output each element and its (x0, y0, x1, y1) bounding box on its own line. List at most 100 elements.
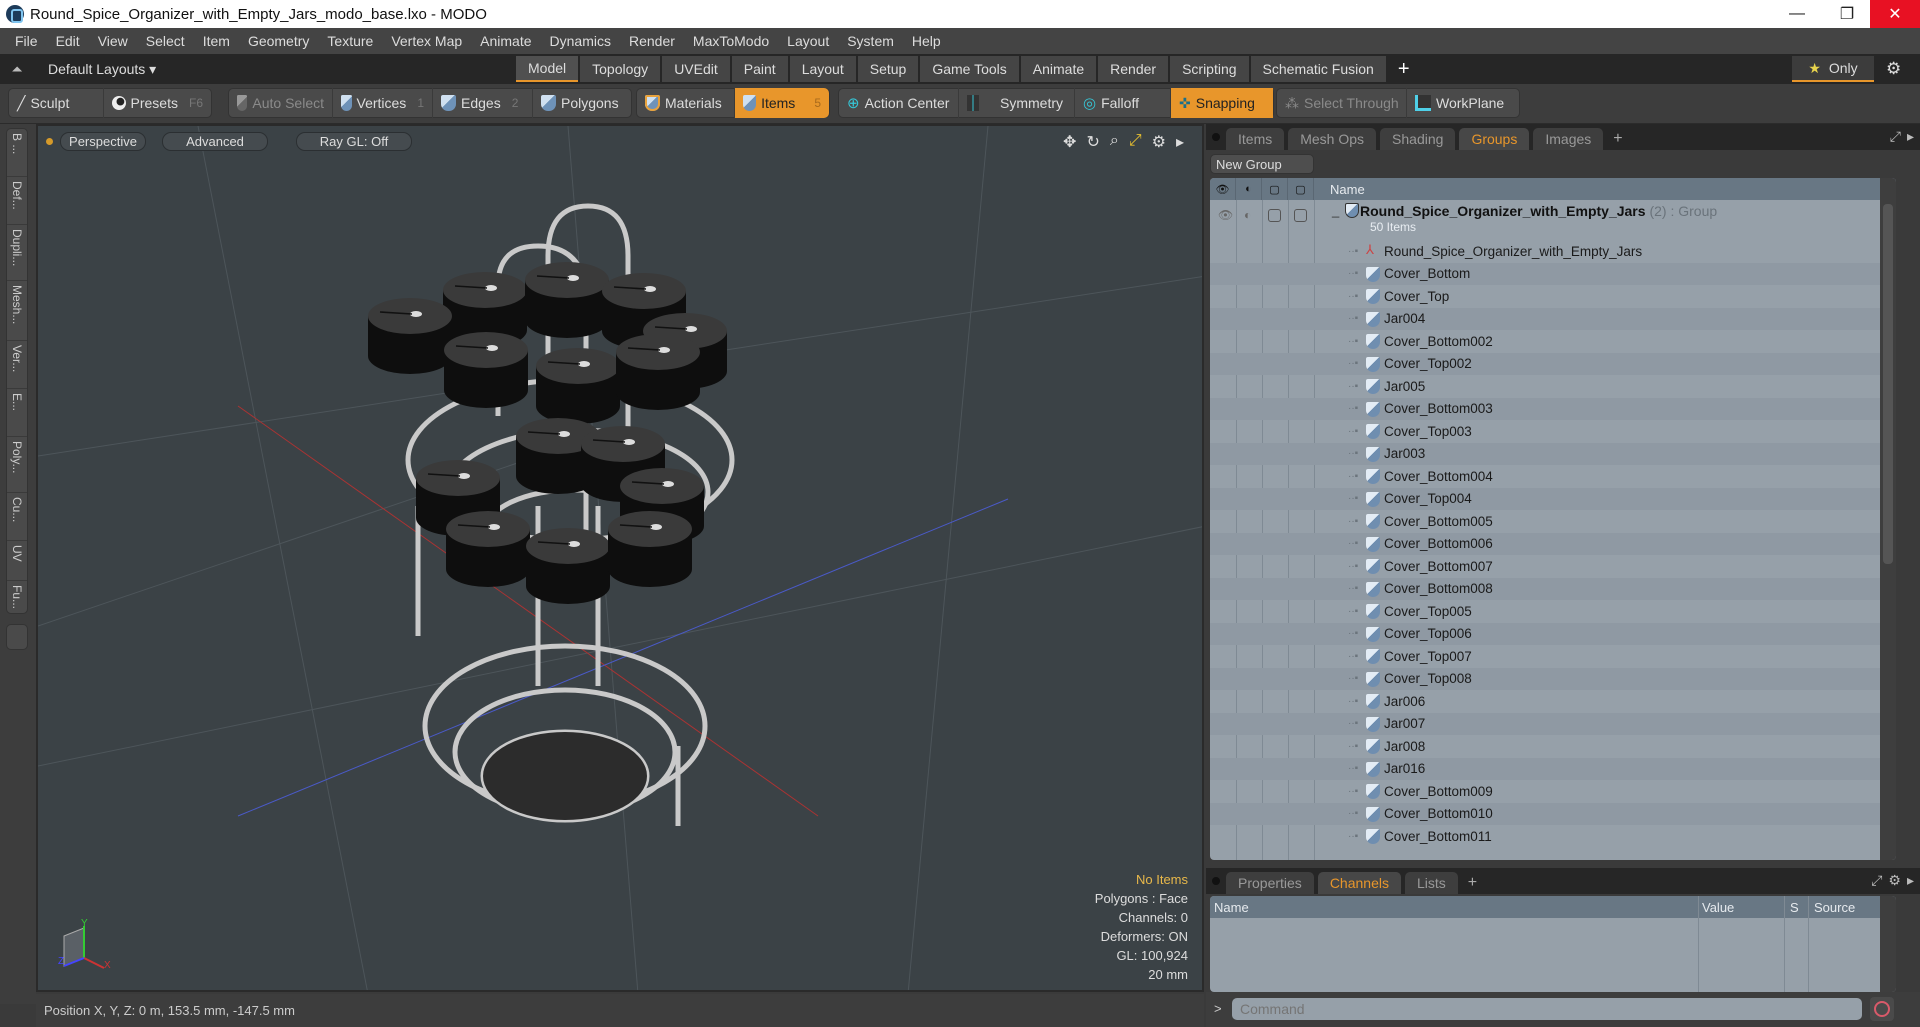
command-input[interactable] (1232, 998, 1862, 1020)
group-item-row[interactable]: ··▪ Cover_Top (1210, 285, 1896, 308)
menu-select[interactable]: Select (137, 33, 194, 49)
menu-geometry[interactable]: Geometry (239, 33, 318, 49)
viewport-menu-arrow-icon[interactable]: ▸ (1176, 132, 1184, 152)
lock-column-icon[interactable]: ▢ (1262, 178, 1288, 200)
move-view-icon[interactable]: ✥ (1063, 132, 1076, 152)
default-layouts-dropdown[interactable]: Default Layouts ▾ (48, 61, 156, 78)
group-item-row[interactable]: ··▪ Cover_Bottom (1210, 262, 1896, 285)
group-item-row[interactable]: ··▪ Cover_Bottom005 (1210, 510, 1896, 533)
menu-item[interactable]: Item (194, 33, 239, 49)
channels-scrollbar[interactable] (1880, 896, 1896, 992)
tab-uvedit[interactable]: UVEdit (662, 56, 730, 82)
tab-topology[interactable]: Topology (580, 56, 661, 82)
record-macro-button[interactable] (1870, 997, 1894, 1021)
vtab-edge[interactable]: E... (7, 389, 27, 437)
shading-mode-button[interactable]: Advanced (162, 132, 268, 151)
add-tab-button[interactable]: + (1607, 128, 1628, 150)
new-group-button[interactable]: New Group (1210, 154, 1314, 174)
group-item-row[interactable]: ··▪ Cover_Top008 (1210, 667, 1896, 690)
group-item-row[interactable]: ··▪ Cover_Bottom008 (1210, 577, 1896, 600)
visibility-eye-icon[interactable]: 👁 (1218, 208, 1233, 222)
layout-up-icon[interactable]: ⏶ (0, 61, 34, 78)
group-item-row[interactable]: ··▪ Cover_Top007 (1210, 645, 1896, 668)
group-item-row[interactable]: ··▪ Jar006 (1210, 690, 1896, 713)
minimize-button[interactable]: — (1774, 0, 1820, 28)
items-button[interactable]: Items 5 (735, 88, 829, 118)
group-item-row[interactable]: ··▪ Cover_Bottom011 (1210, 825, 1896, 848)
channel-value-header[interactable]: Value (1702, 900, 1734, 915)
tab-channels[interactable]: Channels (1317, 872, 1401, 894)
collapse-toggle[interactable]: _ (1332, 203, 1339, 218)
tab-mesh-ops[interactable]: Mesh Ops (1288, 128, 1377, 150)
group-item-row[interactable]: ··▪ Jar003 (1210, 442, 1896, 465)
snapping-button[interactable]: ✜ Snapping (1171, 88, 1273, 118)
menu-dynamics[interactable]: Dynamics (541, 33, 620, 49)
vtab-deform[interactable]: Def... (7, 177, 27, 225)
sculpt-button[interactable]: ╱ Sculpt (9, 88, 104, 118)
tab-lists[interactable]: Lists (1404, 872, 1458, 894)
panel-handle-icon[interactable] (1212, 877, 1220, 885)
panel-handle-icon[interactable] (1212, 133, 1220, 141)
channel-source-header[interactable]: Source (1814, 900, 1855, 915)
workplane-button[interactable]: WorkPlane (1407, 88, 1512, 118)
tab-items[interactable]: Items (1226, 128, 1285, 150)
group-item-row[interactable]: ··▪ Cover_Bottom003 (1210, 397, 1896, 420)
group-item-row[interactable]: ··▪ Cover_Top006 (1210, 622, 1896, 645)
channel-s-header[interactable]: S (1790, 900, 1799, 915)
group-item-row[interactable]: ··▪ ⅄ Round_Spice_Organizer_with_Empty_Jar… (1210, 240, 1896, 263)
lock-toggle[interactable] (1268, 209, 1281, 222)
select-toggle[interactable] (1294, 209, 1307, 222)
menu-system[interactable]: System (838, 33, 903, 49)
group-root-row[interactable]: 👁 ◐ _ Round_Spice_Organizer_with_Empty_J… (1210, 200, 1896, 240)
menu-render[interactable]: Render (620, 33, 684, 49)
group-item-row[interactable]: ··▪ Cover_Bottom007 (1210, 555, 1896, 578)
menu-layout[interactable]: Layout (778, 33, 838, 49)
add-layout-tab-button[interactable]: + (1388, 56, 1420, 82)
menu-maxtomodo[interactable]: MaxToModo (684, 33, 778, 49)
render-column-icon[interactable]: ◐ (1236, 178, 1262, 200)
menu-help[interactable]: Help (903, 33, 950, 49)
tab-model[interactable]: Model (516, 56, 579, 82)
symmetry-button[interactable]: Symmetry (959, 88, 1075, 118)
materials-button[interactable]: Materials (637, 88, 735, 118)
perspective-button[interactable]: Perspective (60, 132, 146, 151)
render-toggle-icon[interactable]: ◐ (1244, 208, 1251, 222)
group-item-row[interactable]: ··▪ Cover_Bottom006 (1210, 532, 1896, 555)
tab-game-tools[interactable]: Game Tools (920, 56, 1019, 82)
select-through-button[interactable]: ⁂ Select Through (1277, 88, 1407, 118)
only-favorites-toggle[interactable]: ★ Only (1792, 56, 1874, 82)
group-item-row[interactable]: ··▪ Cover_Bottom002 (1210, 330, 1896, 353)
3d-viewport[interactable]: Perspective Advanced Ray GL: Off ✥ ↻ ⌕ ⤢… (36, 124, 1204, 992)
raygl-button[interactable]: Ray GL: Off (296, 132, 412, 151)
tab-shading[interactable]: Shading (1380, 128, 1456, 150)
vtab-basic[interactable]: B ... (7, 129, 27, 177)
vtab-uv[interactable]: UV (7, 541, 27, 581)
presets-button[interactable]: Presets F6 (104, 88, 211, 118)
vtab-vertex[interactable]: Ver... (7, 341, 27, 389)
vtab-duplicate[interactable]: Dupli... (7, 225, 27, 281)
tab-paint[interactable]: Paint (731, 56, 788, 82)
tab-render[interactable]: Render (1098, 56, 1169, 82)
vertices-button[interactable]: Vertices 1 (333, 88, 433, 118)
group-item-row[interactable]: ··▪ Cover_Top002 (1210, 352, 1896, 375)
tab-schematic-fusion[interactable]: Schematic Fusion (1250, 56, 1386, 82)
tab-properties[interactable]: Properties (1226, 872, 1314, 894)
rotate-view-icon[interactable]: ↻ (1086, 132, 1099, 152)
group-item-row[interactable]: ··▪ Jar005 (1210, 375, 1896, 398)
viewport-gear-icon[interactable]: ⚙ (1152, 132, 1166, 152)
group-item-row[interactable]: ··▪ Cover_Top005 (1210, 600, 1896, 623)
tab-scripting[interactable]: Scripting (1170, 56, 1249, 82)
panel-menu-arrow-icon[interactable]: ▸ (1907, 128, 1914, 145)
select-column-icon[interactable]: ▢ (1288, 178, 1314, 200)
vtab-polygon[interactable]: Poly... (7, 437, 27, 493)
tab-layout[interactable]: Layout (789, 56, 856, 82)
tab-setup[interactable]: Setup (857, 56, 919, 82)
group-item-row[interactable]: ··▪ Cover_Bottom010 (1210, 802, 1896, 825)
expand-panel-icon[interactable]: ⤢ (1871, 872, 1882, 889)
vtab-fusion[interactable]: Fu... (7, 581, 27, 629)
expand-panel-icon[interactable]: ⤢ (1890, 128, 1901, 145)
name-column-header[interactable]: Name (1330, 182, 1365, 197)
gear-icon[interactable]: ⚙ (1886, 59, 1901, 79)
menu-file[interactable]: File (6, 33, 47, 49)
menu-vertex-map[interactable]: Vertex Map (382, 33, 471, 49)
